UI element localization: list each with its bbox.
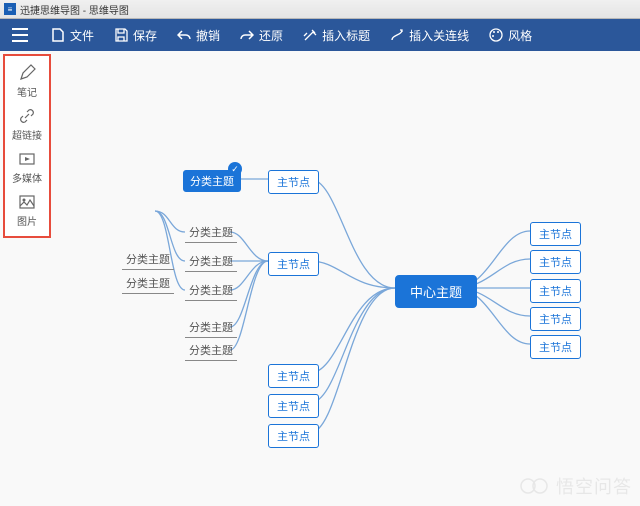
undo-button[interactable]: 撤销 xyxy=(167,19,230,51)
redo-button[interactable]: 还原 xyxy=(230,19,293,51)
app-icon: ≡ xyxy=(4,3,16,15)
insert-title-button[interactable]: 插入标题 xyxy=(293,19,380,51)
sub-node[interactable]: 分类主题 xyxy=(185,319,237,338)
main-node[interactable]: 主节点 xyxy=(268,252,319,276)
main-node[interactable]: 主节点 xyxy=(268,394,319,418)
main-node[interactable]: 主节点 xyxy=(268,424,319,448)
file-icon xyxy=(51,28,65,42)
undo-icon xyxy=(177,28,191,42)
center-node[interactable]: 中心主题 xyxy=(395,275,477,308)
workspace: 笔记 超链接 多媒体 图片 xyxy=(0,51,640,506)
mindmap-canvas[interactable]: 中心主题 主节点 主节点 主节点 主节点 主节点 主节点 主节点 主节点 主节点… xyxy=(0,51,640,506)
insert-link-button[interactable]: 插入关连线 xyxy=(380,19,479,51)
sub-node[interactable]: 分类主题 xyxy=(185,224,237,243)
insert-link-icon xyxy=(390,28,404,42)
file-button[interactable]: 文件 xyxy=(41,19,104,51)
insert-title-label: 插入标题 xyxy=(322,27,370,44)
sub-node[interactable]: 分类主题 xyxy=(185,253,237,272)
menu-button[interactable] xyxy=(4,19,41,51)
title-bar: ≡ 迅捷思维导图 - 思维导图 xyxy=(0,0,640,19)
main-node[interactable]: 主节点 xyxy=(530,250,581,274)
node-marker-icon[interactable]: ✓ xyxy=(228,162,242,176)
main-node[interactable]: 主节点 xyxy=(268,364,319,388)
save-label: 保存 xyxy=(133,27,157,44)
style-button[interactable]: 风格 xyxy=(479,19,542,51)
style-label: 风格 xyxy=(508,27,532,44)
file-label: 文件 xyxy=(70,27,94,44)
watermark-icon xyxy=(520,476,550,496)
main-node[interactable]: 主节点 xyxy=(530,279,581,303)
sub-node[interactable]: 分类主题 xyxy=(185,282,237,301)
redo-icon xyxy=(240,28,254,42)
sub-node[interactable]: 分类主题 xyxy=(122,275,174,294)
hamburger-icon xyxy=(12,28,28,42)
redo-label: 还原 xyxy=(259,27,283,44)
save-icon xyxy=(114,28,128,42)
main-node[interactable]: 主节点 xyxy=(530,335,581,359)
sub-node[interactable]: 分类主题 xyxy=(185,342,237,361)
insert-link-label: 插入关连线 xyxy=(409,27,469,44)
watermark-text: 悟空问答 xyxy=(556,473,632,499)
palette-icon xyxy=(489,28,503,42)
insert-title-icon xyxy=(303,28,317,42)
watermark: 悟空问答 xyxy=(520,473,632,499)
main-node[interactable]: 主节点 xyxy=(530,222,581,246)
main-node[interactable]: 主节点 xyxy=(530,307,581,331)
undo-label: 撤销 xyxy=(196,27,220,44)
main-toolbar: 文件 保存 撤销 还原 插入标题 插入关连线 风格 xyxy=(0,19,640,51)
main-node[interactable]: 主节点 xyxy=(268,170,319,194)
window-title: 迅捷思维导图 - 思维导图 xyxy=(20,2,129,17)
save-button[interactable]: 保存 xyxy=(104,19,167,51)
sub-node[interactable]: 分类主题 xyxy=(122,251,174,270)
